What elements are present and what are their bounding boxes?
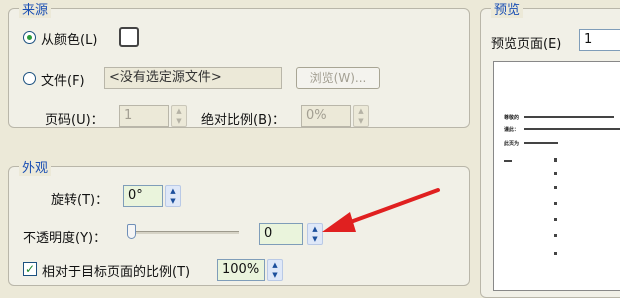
preview-page-thumbnail: 尊敬的 谨此： 此页为	[493, 61, 620, 291]
rotation-field[interactable]: 0°	[123, 185, 163, 207]
relative-scale-spinner[interactable]: ▲ ▼	[267, 259, 283, 281]
spinner-up-icon[interactable]: ▲	[308, 224, 322, 234]
page-field[interactable]: 1	[119, 105, 169, 127]
spinner-down-icon[interactable]: ▼	[308, 234, 322, 244]
preview-group-title: 预览	[491, 0, 524, 18]
preview-group: 预览 预览页面(E) 1 尊敬的 谨此： 此页为	[480, 0, 620, 298]
preview-text-line: 此页为	[504, 141, 520, 147]
preview-text-line: 尊敬的	[504, 115, 520, 121]
from-file-radio[interactable]	[23, 72, 36, 85]
source-group-title: 来源	[19, 0, 52, 18]
appearance-group-title: 外观	[19, 157, 52, 176]
spinner-down-icon[interactable]: ▼	[166, 196, 180, 206]
file-path-field[interactable]: <没有选定源文件>	[104, 67, 282, 89]
preview-page-label: 预览页面(E)	[491, 37, 562, 52]
from-color-radio[interactable]	[23, 31, 36, 44]
spinner-down-icon[interactable]: ▼	[268, 270, 282, 280]
source-group: 来源 从颜色(L) 文件(F) <没有选定源文件> 浏览(W)... 页码(U)…	[8, 0, 470, 128]
preview-page-field[interactable]: 1	[579, 29, 620, 51]
preview-text-column	[554, 252, 557, 255]
absolute-scale-label: 绝对比例(B)：	[201, 113, 286, 128]
opacity-label: 不透明度(Y)：	[23, 231, 107, 246]
relative-scale-checkbox[interactable]: ✓	[23, 262, 37, 276]
spinner-down-icon[interactable]: ▼	[354, 116, 368, 126]
preview-text-column	[554, 218, 557, 221]
opacity-slider-track[interactable]	[129, 231, 239, 234]
rotation-spinner[interactable]: ▲ ▼	[165, 185, 181, 207]
opacity-spinner[interactable]: ▲ ▼	[307, 223, 323, 245]
preview-text-column	[554, 172, 557, 175]
opacity-slider-thumb[interactable]	[127, 224, 136, 239]
preview-text-line: 谨此：	[504, 127, 520, 133]
preview-text-line	[504, 160, 512, 162]
preview-text-line	[524, 128, 620, 130]
relative-scale-field[interactable]: 100%	[217, 259, 265, 281]
page-spinner[interactable]: ▲ ▼	[171, 105, 187, 127]
rotation-label: 旋转(T)：	[51, 193, 109, 208]
from-color-label[interactable]: 从颜色(L)	[41, 29, 97, 48]
opacity-field[interactable]: 0	[259, 223, 303, 245]
appearance-group: 外观 旋转(T)： 0° ▲ ▼ 不透明度(Y)： 0 ▲ ▼ ✓ 相对于目标页…	[8, 157, 470, 286]
preview-text-column	[554, 158, 557, 162]
preview-text-column	[554, 202, 557, 205]
spinner-up-icon[interactable]: ▲	[354, 106, 368, 116]
absolute-scale-spinner[interactable]: ▲ ▼	[353, 105, 369, 127]
spinner-up-icon[interactable]: ▲	[268, 260, 282, 270]
preview-text-line	[524, 116, 614, 118]
preview-text-line	[524, 142, 558, 144]
preview-text-column	[554, 234, 557, 237]
spinner-up-icon[interactable]: ▲	[172, 106, 186, 116]
from-file-label[interactable]: 文件(F)	[41, 70, 85, 89]
color-swatch-button[interactable]	[119, 27, 139, 47]
spinner-down-icon[interactable]: ▼	[172, 116, 186, 126]
spinner-up-icon[interactable]: ▲	[166, 186, 180, 196]
absolute-scale-field[interactable]: 0%	[301, 105, 351, 127]
browse-button[interactable]: 浏览(W)...	[296, 67, 380, 89]
preview-text-column	[554, 186, 557, 189]
page-label: 页码(U)：	[45, 113, 104, 128]
